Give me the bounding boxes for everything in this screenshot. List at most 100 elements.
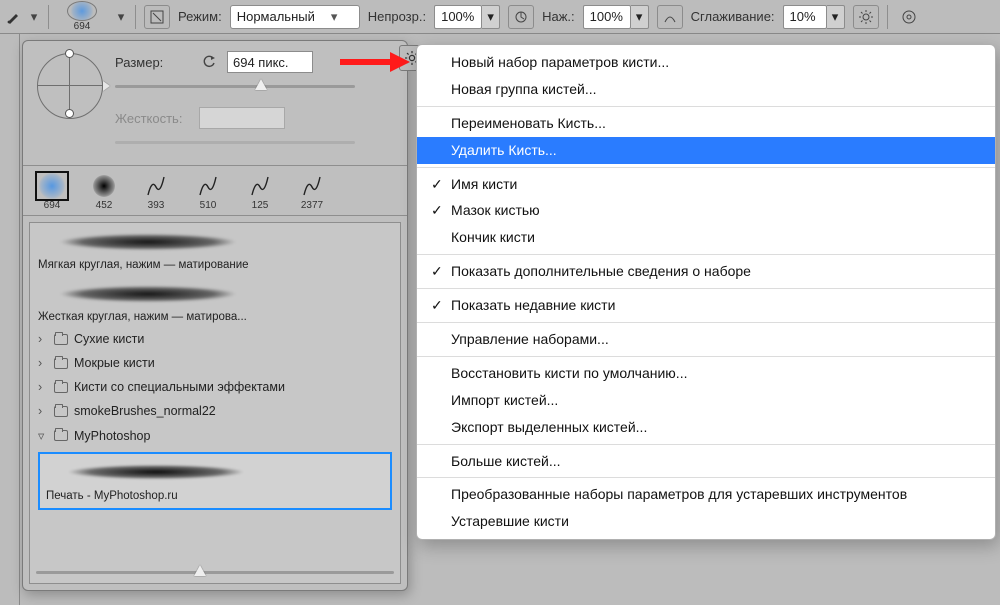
mode-select[interactable]: Нормальный ▾	[230, 5, 360, 29]
flow-label: Наж.:	[542, 9, 575, 24]
menu-item[interactable]: ✓Мазок кистью	[417, 197, 995, 224]
check-icon: ✓	[431, 296, 443, 315]
brush-folder-row[interactable]: ›Мокрые кисти	[30, 351, 400, 375]
brush-size-num: 125	[252, 200, 269, 211]
brush-thumb-icon	[140, 172, 172, 200]
brush-folder-row[interactable]: ▿MyPhotoshop	[30, 423, 400, 448]
menu-item-label: Устаревшие кисти	[451, 513, 569, 529]
check-icon: ✓	[431, 175, 443, 194]
folder-label: Кисти со специальными эффектами	[74, 380, 285, 394]
menu-item[interactable]: Управление наборами...	[417, 326, 995, 353]
pressure-opacity-icon[interactable]	[508, 5, 534, 29]
menu-item[interactable]: Новая группа кистей...	[417, 76, 995, 103]
left-toolbar-strip	[0, 34, 20, 605]
brush-size-num: 694	[44, 200, 61, 211]
brush-flyout-menu: Новый набор параметров кисти... Новая гру…	[416, 44, 996, 540]
airbrush-icon[interactable]	[657, 5, 683, 29]
brush-preset-panel: Размер: 694 пикс. Жесткость: 694 452 393 51…	[22, 40, 408, 591]
menu-item[interactable]: ✓Показать дополнительные сведения о набо…	[417, 258, 995, 285]
recent-brush-chip[interactable]: 2377	[291, 172, 333, 211]
check-icon: ✓	[431, 201, 443, 220]
brush-thumb-icon	[88, 172, 120, 200]
stroke-label: Жесткая круглая, нажим — матирова...	[38, 311, 392, 323]
folder-icon	[54, 406, 68, 417]
brush-preset-dropdown[interactable]: ▾	[115, 9, 127, 25]
selected-brush-item[interactable]: Печать - MyPhotoshop.ru	[38, 452, 392, 510]
folder-icon	[54, 430, 68, 441]
recent-brush-chip[interactable]: 452	[83, 172, 125, 211]
size-slider[interactable]	[115, 77, 355, 95]
brush-size-num: 694	[74, 21, 91, 32]
brush-size-num: 510	[200, 200, 217, 211]
hardness-label: Жесткость:	[115, 111, 191, 126]
brush-folder-row[interactable]: ›Сухие кисти	[30, 327, 400, 351]
menu-item[interactable]: Кончик кисти	[417, 224, 995, 251]
menu-item-label: Восстановить кисти по умолчанию...	[451, 365, 687, 381]
flow-field[interactable]: 100%	[583, 5, 631, 29]
smoothing-field[interactable]: 10%	[783, 5, 827, 29]
smoothing-label: Сглаживание:	[691, 9, 775, 24]
folder-label: Мокрые кисти	[74, 356, 155, 370]
brush-preset-chip[interactable]: 694	[57, 1, 107, 32]
horizontal-scrollbar[interactable]	[36, 565, 394, 579]
annotation-arrow-icon	[340, 50, 410, 74]
chevron-down-icon: ▾	[331, 9, 338, 25]
symmetry-icon[interactable]	[896, 5, 922, 29]
brush-tree[interactable]: Мягкая круглая, нажим — матирование Жестк…	[29, 222, 401, 584]
menu-item-label: Переименовать Кисть...	[451, 115, 606, 131]
mode-value: Нормальный	[237, 9, 315, 24]
brush-settings-icon[interactable]	[144, 5, 170, 29]
brush-thumb-icon	[244, 172, 276, 200]
menu-item[interactable]: Устаревшие кисти	[417, 508, 995, 535]
menu-item-label: Новая группа кистей...	[451, 81, 596, 97]
divider	[887, 5, 888, 29]
recent-brush-chip[interactable]: 125	[239, 172, 281, 211]
brush-name: Печать - MyPhotoshop.ru	[46, 490, 384, 502]
menu-item-label: Больше кистей...	[451, 453, 561, 469]
folder-icon	[54, 382, 68, 393]
brush-thumb-icon	[192, 172, 224, 200]
menu-item[interactable]: ✓Имя кисти	[417, 171, 995, 198]
brush-stroke-item[interactable]: Жесткая круглая, нажим — матирова...	[30, 275, 400, 327]
size-label: Размер:	[115, 55, 191, 70]
opacity-dropdown[interactable]: ▾	[482, 5, 500, 29]
brush-size-num: 452	[96, 200, 113, 211]
recent-brush-chip[interactable]: 393	[135, 172, 177, 211]
opacity-field[interactable]: 100%	[434, 5, 482, 29]
recent-brush-chip[interactable]: 510	[187, 172, 229, 211]
recent-brush-chip[interactable]: 694	[31, 172, 73, 211]
recent-brushes: 694 452 393 510 125 2377	[23, 166, 407, 216]
brush-stroke-item[interactable]: Мягкая круглая, нажим — матирование	[30, 223, 400, 275]
menu-item[interactable]: ✓ Показать недавние кисти	[417, 292, 995, 319]
stroke-label: Мягкая круглая, нажим — матирование	[38, 259, 392, 271]
menu-item[interactable]: Преобразованные наборы параметров для ус…	[417, 481, 995, 508]
size-reset-icon[interactable]	[199, 52, 219, 72]
menu-item[interactable]: Новый набор параметров кисти...	[417, 49, 995, 76]
menu-item[interactable]: Экспорт выделенных кистей...	[417, 414, 995, 441]
menu-item-label: Кончик кисти	[451, 229, 535, 245]
menu-item-label: Показать недавние кисти	[451, 297, 615, 313]
menu-item[interactable]: Импорт кистей...	[417, 387, 995, 414]
flow-dropdown[interactable]: ▾	[631, 5, 649, 29]
smoothing-dropdown[interactable]: ▾	[827, 5, 845, 29]
smoothing-gear-icon[interactable]	[853, 5, 879, 29]
mode-label: Режим:	[178, 9, 222, 24]
brush-folder-row[interactable]: ›Кисти со специальными эффектами	[30, 375, 400, 399]
menu-item-label: Управление наборами...	[451, 331, 609, 347]
menu-item[interactable]: Восстановить кисти по умолчанию...	[417, 360, 995, 387]
menu-item[interactable]: Удалить Кисть...	[417, 137, 995, 164]
brush-size-num: 393	[148, 200, 165, 211]
menu-item[interactable]: Больше кистей...	[417, 448, 995, 475]
menu-item[interactable]: Переименовать Кисть...	[417, 110, 995, 137]
size-field[interactable]: 694 пикс.	[227, 51, 313, 73]
brush-thumb-icon	[67, 1, 97, 21]
hardness-slider	[115, 133, 355, 151]
folder-label: smokeBrushes_normal22	[74, 404, 216, 418]
brush-folder-row[interactable]: ›smokeBrushes_normal22	[30, 399, 400, 423]
opacity-label: Непрозр.:	[368, 9, 426, 24]
menu-separator	[417, 106, 995, 107]
tool-dropdown[interactable]: ▾	[28, 9, 40, 25]
brush-angle-control[interactable]	[33, 49, 107, 123]
folder-label: Сухие кисти	[74, 332, 144, 346]
stroke-preview-icon	[38, 229, 258, 255]
